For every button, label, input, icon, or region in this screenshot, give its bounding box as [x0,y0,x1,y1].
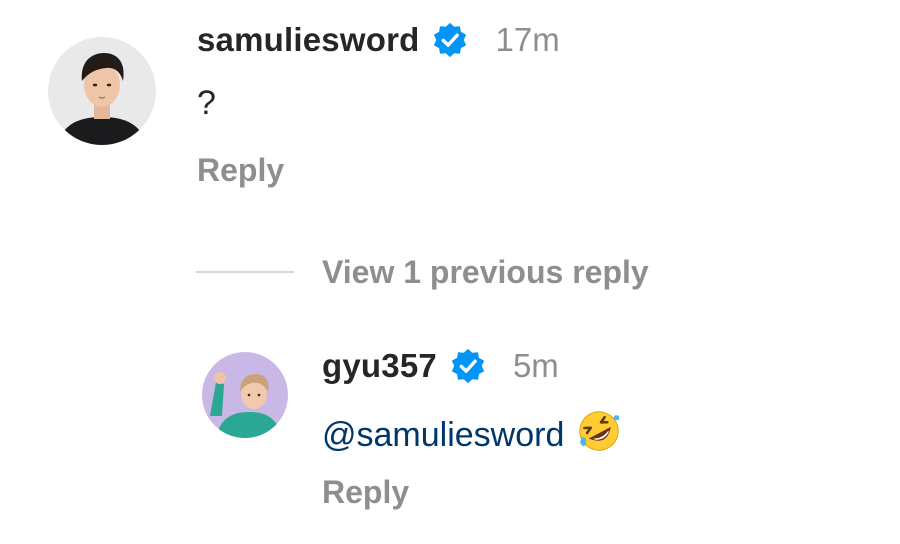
reply-comment: gyu357 5m @samuliesword Reply [0,330,900,544]
comment-text: ? [197,84,216,122]
username[interactable]: gyu357 [322,347,437,385]
reply-button[interactable]: Reply [322,474,409,511]
profile-photo-icon [48,37,156,145]
comments-thread: samuliesword 17m ? Reply View 1 previous… [0,0,900,544]
divider-line [196,271,294,273]
comment-text: @samuliesword [322,408,622,455]
comment-header: samuliesword 17m [197,18,560,62]
comment-header: gyu357 5m [322,344,559,388]
view-replies-label: View 1 previous reply [322,253,649,290]
mention-link[interactable]: @samuliesword [322,416,564,454]
verified-badge-icon [449,347,487,385]
timestamp: 17m [495,21,560,58]
view-previous-replies-button[interactable]: View 1 previous reply [196,250,649,294]
username[interactable]: samuliesword [197,21,419,59]
avatar[interactable] [202,352,288,438]
reply-button[interactable]: Reply [197,152,284,189]
avatar[interactable] [48,37,156,145]
comment: samuliesword 17m ? Reply [0,0,900,210]
timestamp: 5m [512,347,559,384]
rolling-on-the-floor-laughing-icon [576,408,622,454]
verified-badge-icon [431,21,469,59]
profile-photo-icon [202,352,288,438]
